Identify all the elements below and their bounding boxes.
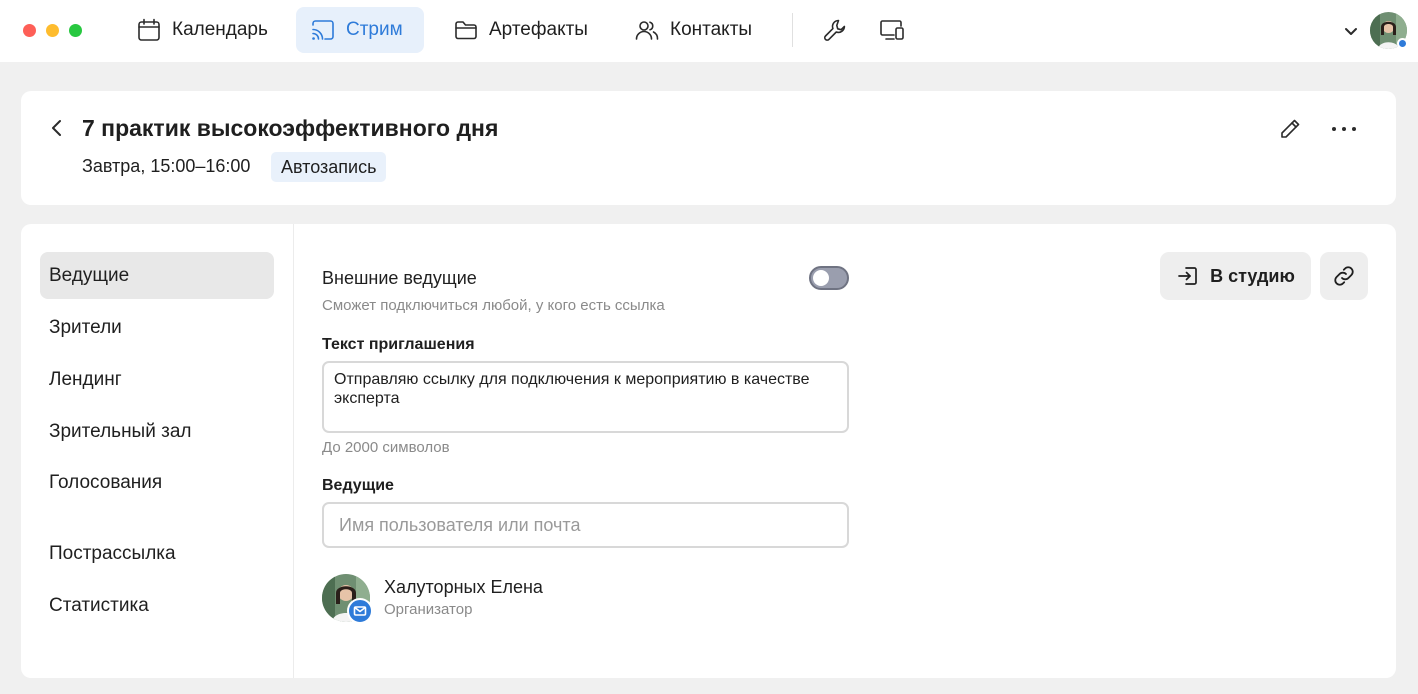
- cast-icon: [312, 20, 334, 40]
- tools-button[interactable]: [821, 16, 849, 44]
- sidebar-divider: [293, 224, 294, 678]
- page-title: 7 практик высокоэффективного дня: [82, 115, 499, 141]
- mail-icon: [353, 606, 367, 616]
- tab-contacts[interactable]: Контакты: [620, 7, 766, 53]
- external-hosts-hint: Сможет подключиться любой, у кого есть с…: [322, 297, 665, 314]
- copy-link-button[interactable]: [1320, 252, 1368, 300]
- external-hosts-toggle[interactable]: [809, 266, 849, 290]
- to-studio-label: В студию: [1210, 265, 1295, 286]
- enter-icon: [1178, 267, 1197, 285]
- chevron-left-icon: [52, 120, 61, 136]
- back-button[interactable]: [45, 116, 69, 140]
- nav-divider: [792, 13, 793, 47]
- window-maximize-button[interactable]: [69, 24, 82, 37]
- sidebar-item-auditorium[interactable]: Зрительный зал: [40, 408, 274, 455]
- window-close-button[interactable]: [23, 24, 36, 37]
- tab-calendar[interactable]: Календарь: [122, 7, 282, 53]
- account-menu-button[interactable]: [1342, 22, 1360, 40]
- pencil-icon: [1281, 119, 1300, 138]
- event-header: 7 практик высокоэффективного дня Завтра,…: [21, 91, 1396, 205]
- tab-artifacts[interactable]: Артефакты: [439, 7, 602, 53]
- toggle-knob: [813, 270, 829, 286]
- sidebar-item-postmailing[interactable]: Пострассылка: [40, 530, 274, 577]
- link-icon: [1334, 266, 1354, 286]
- window-minimize-button[interactable]: [46, 24, 59, 37]
- hosts-search-input[interactable]: [322, 502, 849, 548]
- more-button[interactable]: [1330, 115, 1358, 143]
- wrench-icon: [824, 19, 846, 41]
- hosts-label: Ведущие: [322, 477, 394, 494]
- host-role: Организатор: [384, 601, 473, 618]
- sidebar-item-statistics[interactable]: Статистика: [40, 582, 274, 629]
- sidebar-item-polls[interactable]: Голосования: [40, 459, 274, 506]
- devices-button[interactable]: [878, 16, 906, 44]
- settings-panel: Ведущие Зрители Лендинг Зрительный зал Г…: [21, 224, 1396, 678]
- invitation-textarea[interactable]: Отправляю ссылку для подключения к мероп…: [322, 361, 849, 433]
- sidebar-item-landing[interactable]: Лендинг: [40, 356, 274, 403]
- sidebar-item-hosts[interactable]: Ведущие: [40, 252, 274, 299]
- tab-calendar-label: Календарь: [172, 19, 268, 40]
- mail-badge: [347, 598, 373, 624]
- users-icon: [635, 21, 659, 40]
- tab-stream-label: Стрим: [346, 19, 403, 40]
- external-hosts-label: Внешние ведущие: [322, 268, 477, 288]
- tab-stream[interactable]: Стрим: [296, 7, 424, 53]
- online-status-dot: [1397, 38, 1408, 49]
- devices-icon: [880, 20, 904, 40]
- calendar-icon: [138, 18, 160, 41]
- folder-icon: [455, 21, 477, 40]
- event-time: Завтра, 15:00–16:00: [82, 156, 251, 176]
- to-studio-button[interactable]: В студию: [1160, 252, 1311, 300]
- more-dots-icon: [1332, 127, 1336, 131]
- edit-button[interactable]: [1277, 116, 1303, 142]
- host-name: Халуторных Елена: [384, 577, 543, 597]
- status-badge: Автозапись: [271, 152, 387, 182]
- invitation-label: Текст приглашения: [322, 336, 475, 353]
- tab-contacts-label: Контакты: [670, 19, 753, 40]
- top-bar: Календарь Стрим Артефакты Контакты: [0, 0, 1418, 62]
- chevron-down-icon: [1345, 28, 1357, 35]
- tab-artifacts-label: Артефакты: [489, 19, 588, 40]
- invitation-hint: До 2000 символов: [322, 439, 450, 456]
- sidebar-item-viewers[interactable]: Зрители: [40, 304, 274, 351]
